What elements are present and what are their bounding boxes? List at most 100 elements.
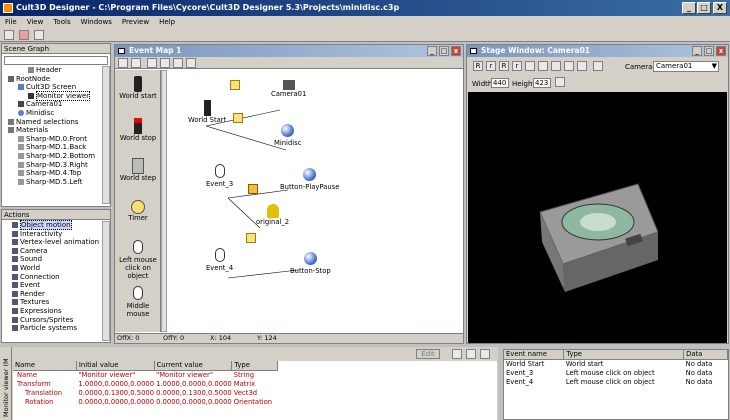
- close-button[interactable]: x: [451, 46, 461, 56]
- node-camera[interactable]: Camera01: [271, 80, 306, 98]
- action-category[interactable]: Particle systems: [4, 324, 100, 333]
- table-row[interactable]: Name "Monitor viewer" "Monitor viewer" Stri…: [13, 370, 278, 379]
- action-category[interactable]: Expressions: [4, 307, 100, 316]
- tree-item-minidisc[interactable]: Minidisc: [4, 109, 104, 118]
- actions-scrollbar[interactable]: [102, 221, 110, 341]
- table-row[interactable]: Translation 0.0000,0.1300,0.5000 0.0000,0.…: [13, 388, 278, 397]
- dock-icon[interactable]: [480, 349, 490, 359]
- camera-select[interactable]: Camera01 ▼: [653, 61, 719, 72]
- node-minidisc[interactable]: Minidisc: [274, 124, 301, 147]
- node-button-playpause[interactable]: Button-PlayPause: [280, 168, 339, 191]
- save-icon[interactable]: [34, 30, 44, 40]
- tree-item-material[interactable]: Sharp-MD.3.Right: [4, 161, 104, 170]
- minimize-button[interactable]: _: [427, 46, 437, 56]
- toolbox-scrollbar[interactable]: [161, 70, 167, 332]
- action-link-icon[interactable]: [246, 233, 256, 243]
- action-category[interactable]: Object motion: [4, 220, 100, 230]
- new-icon[interactable]: [4, 30, 14, 40]
- tree-item-material[interactable]: Sharp-MD.2.Bottom: [4, 152, 104, 161]
- table-row[interactable]: World Start World start No data: [504, 359, 728, 368]
- table-row[interactable]: Event_4 Left mouse click on object No data: [504, 377, 728, 386]
- tree-item-named-selections[interactable]: Named selections: [4, 118, 104, 127]
- zoom-icon[interactable]: [160, 58, 170, 68]
- align-icon[interactable]: [173, 58, 183, 68]
- tree-item-materials[interactable]: Materials: [4, 126, 104, 135]
- action-category[interactable]: Connection: [4, 273, 100, 282]
- node-world-start[interactable]: World Start: [188, 100, 226, 124]
- toolbox-world-stop[interactable]: World stop: [115, 118, 160, 142]
- tree-item-material[interactable]: Sharp-MD.1.Back: [4, 143, 104, 152]
- reset-small-button[interactable]: r: [512, 61, 522, 71]
- float-icon[interactable]: [466, 349, 476, 359]
- height-field[interactable]: 423: [533, 78, 551, 88]
- menu-file[interactable]: File: [5, 18, 17, 26]
- menu-tools[interactable]: Tools: [53, 18, 70, 26]
- tree-item-header[interactable]: Header: [4, 66, 104, 75]
- rotate-small-button[interactable]: r: [486, 61, 496, 71]
- scene-graph-scrollbar[interactable]: [102, 66, 110, 204]
- distribute-icon[interactable]: [186, 58, 196, 68]
- menu-view[interactable]: View: [27, 18, 44, 26]
- maximize-button[interactable]: □: [704, 46, 714, 56]
- table-row[interactable]: Rotation0.0000,0.0000,0.0000,1.00.0000,0…: [13, 397, 278, 406]
- sound-icon[interactable]: [248, 184, 258, 194]
- minimize-button[interactable]: _: [682, 2, 696, 14]
- column-header[interactable]: Type: [563, 350, 685, 360]
- menu-help[interactable]: Help: [159, 18, 175, 26]
- minimize-button[interactable]: _: [692, 46, 702, 56]
- close-button[interactable]: X: [713, 2, 727, 14]
- close-button[interactable]: x: [716, 46, 726, 56]
- zoom-icon[interactable]: [538, 61, 548, 71]
- scene-graph-dropdown[interactable]: [4, 56, 108, 65]
- node-original-2[interactable]: original_2: [256, 204, 289, 226]
- tree-item-material[interactable]: Sharp-MD.4.Top: [4, 169, 104, 178]
- node-event-3[interactable]: Event_3: [206, 164, 233, 188]
- toolbox-middle-mouse[interactable]: Middle mouse: [115, 286, 160, 318]
- action-category[interactable]: Textures: [4, 298, 100, 307]
- toolbox-timer[interactable]: Timer: [115, 200, 160, 222]
- menu-windows[interactable]: Windows: [81, 18, 112, 26]
- tree-item-rootnode[interactable]: RootNode: [4, 75, 104, 84]
- toolbox-world-step[interactable]: World step: [115, 158, 160, 182]
- column-header[interactable]: Initial value: [76, 361, 155, 371]
- edit-button[interactable]: Edit: [416, 349, 440, 359]
- tree-item-monitor-viewer[interactable]: Monitor viewer: [4, 90, 104, 101]
- rotate-button[interactable]: R: [473, 61, 483, 71]
- event-map-canvas[interactable]: World Start Camera01 Minidisc Event_3 Bu…: [168, 70, 463, 332]
- maximize-button[interactable]: □: [697, 2, 711, 14]
- tree-item-camera[interactable]: Camera01: [4, 100, 104, 109]
- action-category[interactable]: Sound: [4, 255, 100, 264]
- action-link-icon[interactable]: [233, 113, 243, 123]
- column-header[interactable]: Type: [231, 361, 278, 371]
- action-category[interactable]: Vertex-level animation: [4, 238, 100, 247]
- column-header[interactable]: Name: [13, 361, 77, 371]
- play-icon[interactable]: [593, 61, 603, 71]
- toolbox-world-start[interactable]: World start: [115, 76, 160, 100]
- reset-button[interactable]: R: [499, 61, 509, 71]
- action-link-icon[interactable]: [230, 80, 240, 90]
- pointer-tool-icon[interactable]: [118, 58, 128, 68]
- column-header[interactable]: Event name: [504, 350, 565, 360]
- pin-icon[interactable]: [452, 349, 462, 359]
- resize-icon[interactable]: [555, 77, 565, 87]
- orbit-icon[interactable]: [577, 61, 587, 71]
- dolly-icon[interactable]: [551, 61, 561, 71]
- width-field[interactable]: 440: [491, 78, 509, 88]
- action-category[interactable]: Cursors/Sprites: [4, 316, 100, 325]
- open-icon[interactable]: [19, 30, 29, 40]
- action-category[interactable]: Render: [4, 290, 100, 299]
- table-row[interactable]: Transform1.0000,0.0000,0.0000,0.01.0000,…: [13, 379, 278, 388]
- column-header[interactable]: Current value: [154, 361, 233, 371]
- link-tool-icon[interactable]: [131, 58, 141, 68]
- menu-preview[interactable]: Preview: [122, 18, 149, 26]
- column-header[interactable]: Data: [683, 350, 728, 360]
- tree-item-material[interactable]: Sharp-MD.0.Front: [4, 135, 104, 144]
- tree-item-material[interactable]: Sharp-MD.5.Left: [4, 178, 104, 187]
- action-category[interactable]: Interactivity: [4, 230, 100, 239]
- table-row[interactable]: Event_3 Left mouse click on object No data: [504, 368, 728, 377]
- pan-icon[interactable]: [525, 61, 535, 71]
- node-button-stop[interactable]: Button-Stop: [290, 252, 331, 275]
- node-event-4[interactable]: Event_4: [206, 248, 233, 272]
- toolbox-left-mouse[interactable]: Left mouse click on object: [115, 240, 160, 280]
- stage-viewport[interactable]: [468, 92, 727, 343]
